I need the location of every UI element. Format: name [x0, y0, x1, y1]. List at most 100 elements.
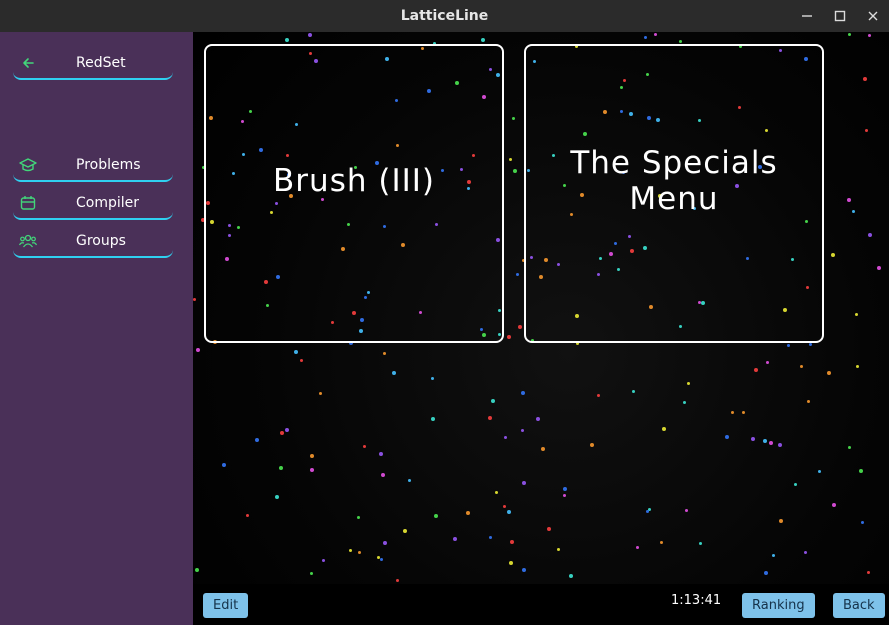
maximize-icon[interactable] — [823, 0, 856, 32]
particle-dot — [512, 117, 515, 120]
particle-dot — [868, 34, 871, 37]
particle-dot — [285, 428, 289, 432]
particle-dot — [646, 510, 649, 513]
card-brush-iii[interactable]: Brush (III) — [204, 44, 504, 343]
particle-dot — [521, 391, 525, 395]
particle-dot — [383, 352, 386, 355]
card-the-specials-menu[interactable]: The Specials Menu — [524, 44, 824, 343]
particle-dot — [778, 443, 782, 447]
particle-dot — [358, 551, 361, 554]
card-title: Brush (III) — [273, 162, 435, 199]
particle-dot — [563, 494, 566, 497]
sidebar-item-label: Compiler — [76, 195, 140, 211]
particle-dot — [518, 325, 522, 329]
particle-dot — [848, 33, 851, 36]
sidebar-item-compiler[interactable]: Compiler — [13, 188, 173, 220]
sidebar-back-redset[interactable]: RedSet — [13, 48, 173, 80]
particle-dot — [831, 253, 835, 257]
calendar-icon — [13, 195, 43, 211]
particle-dot — [495, 491, 498, 494]
particle-dot — [852, 210, 855, 213]
ranking-button[interactable]: Ranking — [742, 593, 815, 618]
particle-dot — [856, 365, 859, 368]
particle-dot — [491, 399, 495, 403]
particle-dot — [863, 77, 867, 81]
particle-dot — [319, 392, 322, 395]
particle-dot — [489, 536, 492, 539]
sidebar-item-groups[interactable]: Groups — [13, 226, 173, 258]
sidebar-item-label: Groups — [76, 233, 126, 249]
particle-dot — [809, 343, 812, 346]
particle-dot — [488, 416, 492, 420]
particle-dot — [503, 505, 506, 508]
particle-dot — [563, 487, 567, 491]
particle-dot — [255, 438, 259, 442]
close-icon[interactable] — [856, 0, 889, 32]
particle-dot — [685, 509, 688, 512]
particle-dot — [246, 514, 249, 517]
particle-dot — [481, 38, 485, 42]
particle-dot — [804, 551, 807, 554]
particle-dot — [516, 273, 519, 276]
particle-dot — [632, 390, 635, 393]
particle-dot — [380, 558, 383, 561]
particle-dot — [827, 371, 831, 375]
particle-dot — [279, 466, 283, 470]
particle-dot — [763, 439, 767, 443]
particle-dot — [507, 335, 511, 339]
sidebar: RedSet Problems Compiler Groups — [0, 32, 193, 625]
particle-dot — [847, 198, 851, 202]
particle-dot — [855, 313, 858, 316]
sidebar-back-label: RedSet — [76, 55, 126, 71]
particle-dot — [731, 411, 734, 414]
particle-dot — [522, 481, 526, 485]
window-controls — [790, 0, 889, 32]
window-title: LatticeLine — [400, 8, 489, 24]
particle-dot — [300, 359, 303, 362]
arrow-left-icon — [13, 56, 43, 70]
particle-dot — [644, 36, 647, 39]
particle-dot — [751, 437, 755, 441]
particle-dot — [557, 548, 560, 551]
particle-dot — [687, 382, 690, 385]
particle-dot — [431, 377, 434, 380]
timer: 1:13:41 — [671, 593, 722, 608]
particle-dot — [507, 510, 511, 514]
particle-dot — [408, 479, 411, 482]
particle-dot — [310, 454, 314, 458]
particle-dot — [877, 266, 881, 270]
sidebar-item-problems[interactable]: Problems — [13, 150, 173, 182]
particle-dot — [434, 514, 438, 518]
particle-dot — [196, 348, 200, 352]
particle-dot — [310, 468, 314, 472]
particle-dot — [660, 541, 663, 544]
edit-button[interactable]: Edit — [203, 593, 249, 618]
users-icon — [13, 233, 43, 249]
particle-dot — [466, 511, 470, 515]
minimize-icon[interactable] — [790, 0, 823, 32]
particle-dot — [832, 503, 836, 507]
card-title: The Specials Menu — [570, 144, 778, 217]
particle-dot — [662, 427, 666, 431]
particle-dot — [381, 473, 385, 477]
particle-dot — [510, 540, 514, 544]
particle-dot — [222, 463, 226, 467]
particle-dot — [453, 537, 457, 541]
particle-dot — [392, 371, 396, 375]
particle-dot — [818, 470, 821, 473]
particle-dot — [597, 394, 600, 397]
particle-dot — [699, 542, 702, 545]
particle-dot — [275, 495, 279, 499]
back-button[interactable]: Back — [833, 593, 885, 618]
particle-dot — [769, 441, 773, 445]
particle-dot — [590, 443, 594, 447]
particle-dot — [683, 401, 686, 404]
particle-dot — [521, 429, 524, 432]
graduation-cap-icon — [13, 157, 43, 173]
particle-dot — [800, 365, 803, 368]
particle-dot — [848, 446, 851, 449]
particle-dot — [725, 435, 729, 439]
particle-dot — [308, 33, 312, 37]
particle-dot — [363, 445, 366, 448]
particle-dot — [742, 411, 745, 414]
